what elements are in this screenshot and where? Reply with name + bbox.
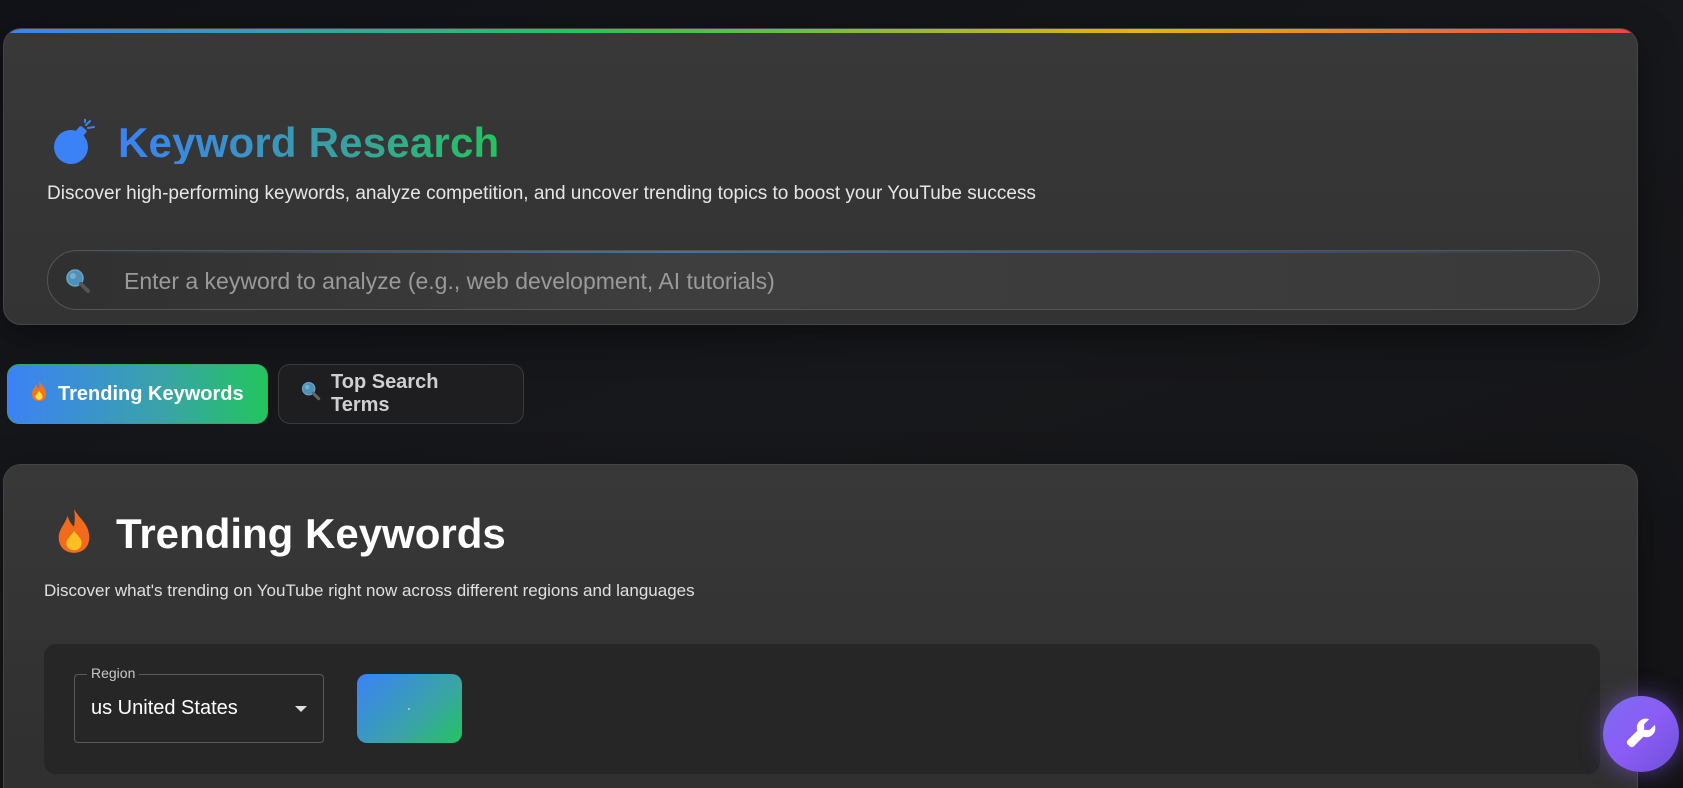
region-select[interactable]: Region us United States <box>74 665 324 743</box>
page-subtitle: Discover high-performing keywords, analy… <box>47 183 1036 204</box>
search-icon <box>65 268 91 294</box>
header-card: Keyword Research Discover high-performin… <box>3 28 1638 325</box>
fetch-trends-button[interactable] <box>357 674 462 743</box>
title-row: Keyword Research <box>50 94 499 192</box>
trending-title: Trending Keywords <box>116 509 506 557</box>
region-label: Region <box>87 665 140 681</box>
bomb-icon <box>50 118 98 167</box>
filter-panel: Region us United States <box>44 644 1600 774</box>
trending-title-row: Trending Keywords <box>54 507 506 560</box>
flame-icon <box>30 380 48 408</box>
search-box <box>47 250 1600 310</box>
trending-subtitle: Discover what's trending on YouTube righ… <box>44 581 695 600</box>
tab-top-search-terms[interactable]: Top Search Terms <box>278 364 524 424</box>
search-input[interactable] <box>122 251 1576 309</box>
page-title: Keyword Research <box>118 119 500 167</box>
tab-trending-keywords[interactable]: Trending Keywords <box>7 364 268 424</box>
search-icon <box>301 381 321 407</box>
flame-icon <box>54 507 94 560</box>
wrench-icon <box>1624 716 1658 753</box>
tab-label: Top Search Terms <box>331 371 439 416</box>
tab-label: Trending Keywords <box>58 382 244 405</box>
loading-dot <box>408 708 410 710</box>
chevron-down-icon <box>295 706 307 712</box>
region-value: us United States <box>91 697 238 719</box>
rainbow-bar <box>4 29 1637 33</box>
tools-fab-button[interactable] <box>1603 696 1679 772</box>
page: Keyword Research Discover high-performin… <box>0 0 1683 788</box>
trending-card: Trending Keywords Discover what's trendi… <box>3 464 1638 788</box>
